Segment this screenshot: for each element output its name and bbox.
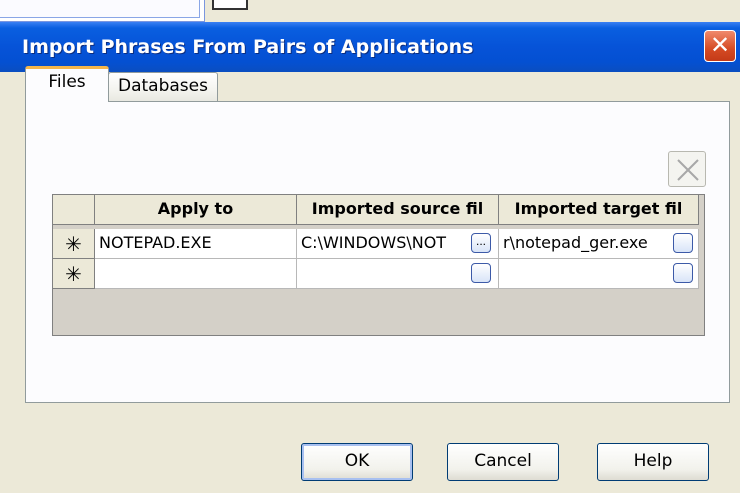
- cell-target-file[interactable]: r\notepad_ger.exe: [499, 229, 699, 259]
- cell-source-file[interactable]: [297, 259, 499, 289]
- column-header-source-file[interactable]: Imported source fil: [297, 195, 499, 225]
- dialog-title: Import Phrases From Pairs of Application…: [22, 36, 474, 58]
- ellipsis-icon: ...: [475, 234, 486, 248]
- cell-apply-to[interactable]: [95, 259, 297, 289]
- browse-target-button[interactable]: [673, 263, 693, 283]
- browse-target-button[interactable]: [673, 233, 693, 253]
- background-window: [0, 0, 205, 22]
- ok-button[interactable]: OK: [301, 443, 413, 481]
- cell-apply-to[interactable]: NOTEPAD.EXE: [95, 229, 297, 259]
- cell-source-file[interactable]: C:\WINDOWS\NOT: [297, 229, 499, 259]
- delete-row-button[interactable]: [668, 151, 706, 187]
- ok-button-label: OK: [344, 451, 370, 471]
- row-marker[interactable]: ✳: [53, 259, 95, 289]
- close-button[interactable]: ✕: [704, 30, 736, 62]
- screen: Import Phrases From Pairs of Application…: [0, 0, 740, 493]
- delete-x-icon: [677, 159, 699, 181]
- cancel-button[interactable]: Cancel: [447, 443, 559, 481]
- column-header-target-file[interactable]: Imported target fil: [499, 195, 699, 225]
- tab-files-label: Files: [48, 72, 86, 92]
- tab-files[interactable]: Files: [25, 66, 109, 102]
- close-icon: ✕: [709, 31, 731, 59]
- cancel-button-label: Cancel: [474, 451, 532, 471]
- browse-source-button[interactable]: [471, 263, 491, 283]
- help-button[interactable]: Help: [597, 443, 709, 481]
- title-bar[interactable]: Import Phrases From Pairs of Application…: [0, 22, 740, 72]
- applications-grid: Apply to Imported source fil Imported ta…: [52, 194, 705, 336]
- cell-target-file[interactable]: [499, 259, 699, 289]
- background-window-pane: [0, 0, 200, 18]
- column-header-apply-to[interactable]: Apply to: [95, 195, 297, 225]
- background-strip: [205, 0, 740, 22]
- tab-databases-label: Databases: [118, 76, 208, 96]
- background-control: [212, 0, 248, 10]
- help-button-label: Help: [633, 451, 673, 471]
- row-marker[interactable]: ✳: [53, 229, 95, 259]
- grid-corner-header: [53, 195, 95, 225]
- tab-databases[interactable]: Databases: [108, 72, 218, 102]
- browse-source-button[interactable]: ...: [471, 233, 491, 253]
